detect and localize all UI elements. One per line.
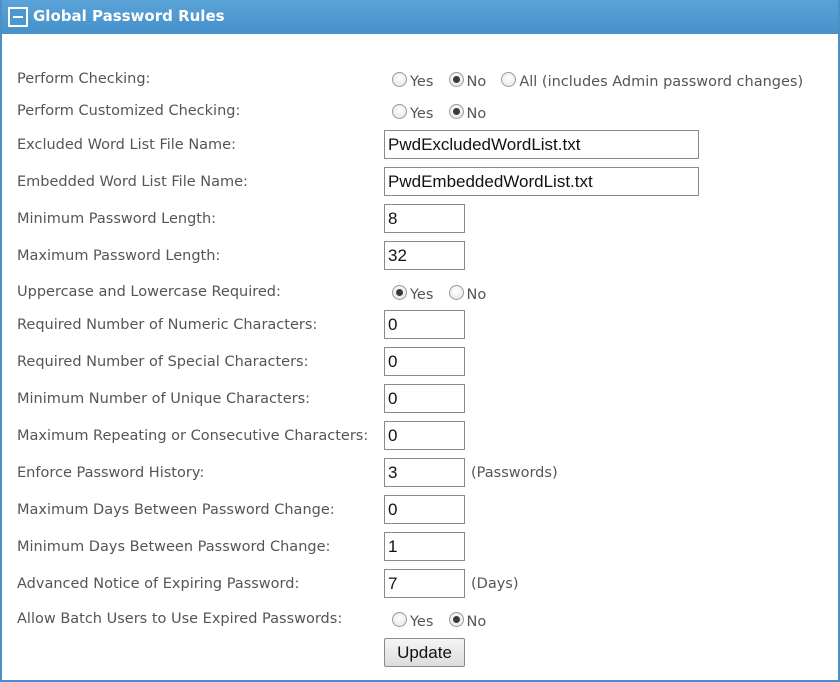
min-days-label: Minimum Days Between Password Change: [17, 539, 331, 555]
perform-checking-radio-group: Yes No All (includes Admin password chan… [392, 71, 813, 90]
max-length-label: Maximum Password Length: [17, 248, 221, 264]
password-history-input[interactable]: 3 [384, 458, 465, 487]
panel-header: Global Password Rules [2, 0, 838, 34]
batch-users-radio-group: Yes No [392, 611, 496, 630]
radio-label: Yes [410, 287, 434, 303]
repeating-characters-label: Maximum Repeating or Consecutive Charact… [17, 428, 369, 444]
radio-label: No [466, 74, 487, 90]
upper-lower-no-radio[interactable] [448, 285, 464, 300]
advanced-notice-input[interactable]: 7 [384, 569, 465, 598]
batch-users-label: Allow Batch Users to Use Expired Passwor… [17, 611, 343, 627]
upper-lower-radio-group: Yes No [392, 284, 496, 303]
repeating-characters-input[interactable]: 0 [384, 421, 465, 450]
numeric-characters-label: Required Number of Numeric Characters: [17, 317, 318, 333]
upper-lower-yes-radio[interactable] [392, 285, 407, 300]
collapse-icon[interactable] [8, 7, 28, 27]
min-days-input[interactable]: 1 [384, 532, 465, 561]
perform-checking-no-option[interactable]: No [448, 71, 487, 90]
upper-lower-no-option[interactable]: No [448, 284, 487, 303]
min-length-label: Minimum Password Length: [17, 211, 217, 227]
perform-checking-all-option[interactable]: All (includes Admin password changes) [501, 71, 803, 90]
unique-characters-label: Minimum Number of Unique Characters: [17, 391, 311, 407]
excluded-word-list-input[interactable]: PwdExcludedWordList.txt [384, 130, 699, 159]
perform-customized-yes-radio[interactable] [392, 104, 407, 119]
panel-title: Global Password Rules [33, 7, 225, 25]
batch-users-yes-radio[interactable] [392, 612, 407, 627]
perform-customized-no-option[interactable]: No [448, 103, 487, 122]
perform-customized-yes-option[interactable]: Yes [392, 103, 433, 122]
max-days-input[interactable]: 0 [384, 495, 465, 524]
unique-characters-input[interactable]: 0 [384, 384, 465, 413]
perform-checking-all-radio[interactable] [501, 72, 517, 87]
radio-label: Yes [410, 74, 434, 90]
password-history-suffix: (Passwords) [471, 465, 558, 481]
advanced-notice-suffix: (Days) [471, 576, 519, 592]
excluded-word-list-label: Excluded Word List File Name: [17, 137, 236, 153]
radio-label: Yes [410, 614, 434, 630]
upper-lower-yes-option[interactable]: Yes [392, 284, 433, 303]
embedded-word-list-label: Embedded Word List File Name: [17, 174, 248, 190]
radio-label: No [466, 106, 487, 122]
perform-customized-checking-label: Perform Customized Checking: [17, 103, 241, 119]
max-days-label: Maximum Days Between Password Change: [17, 502, 335, 518]
embedded-word-list-input[interactable]: PwdEmbeddedWordList.txt [384, 167, 699, 196]
radio-label: Yes [410, 106, 434, 122]
perform-customized-radio-group: Yes No [392, 103, 496, 122]
perform-customized-no-radio[interactable] [448, 104, 464, 119]
max-length-input[interactable]: 32 [384, 241, 465, 270]
numeric-characters-input[interactable]: 0 [384, 310, 465, 339]
special-characters-label: Required Number of Special Characters: [17, 354, 309, 370]
batch-users-no-option[interactable]: No [448, 611, 487, 630]
perform-checking-no-radio[interactable] [448, 72, 464, 87]
min-length-input[interactable]: 8 [384, 204, 465, 233]
password-history-label: Enforce Password History: [17, 465, 205, 481]
radio-label: All (includes Admin password changes) [519, 74, 804, 90]
batch-users-yes-option[interactable]: Yes [392, 611, 433, 630]
update-button[interactable]: Update [384, 638, 465, 667]
radio-label: No [466, 614, 487, 630]
advanced-notice-label: Advanced Notice of Expiring Password: [17, 576, 300, 592]
perform-checking-yes-radio[interactable] [392, 72, 407, 87]
global-password-rules-panel: Global Password Rules Perform Checking: … [0, 0, 840, 682]
special-characters-input[interactable]: 0 [384, 347, 465, 376]
perform-checking-yes-option[interactable]: Yes [392, 71, 433, 90]
radio-label: No [466, 287, 487, 303]
upper-lower-label: Uppercase and Lowercase Required: [17, 284, 281, 300]
batch-users-no-radio[interactable] [448, 612, 464, 627]
perform-checking-label: Perform Checking: [17, 71, 151, 87]
